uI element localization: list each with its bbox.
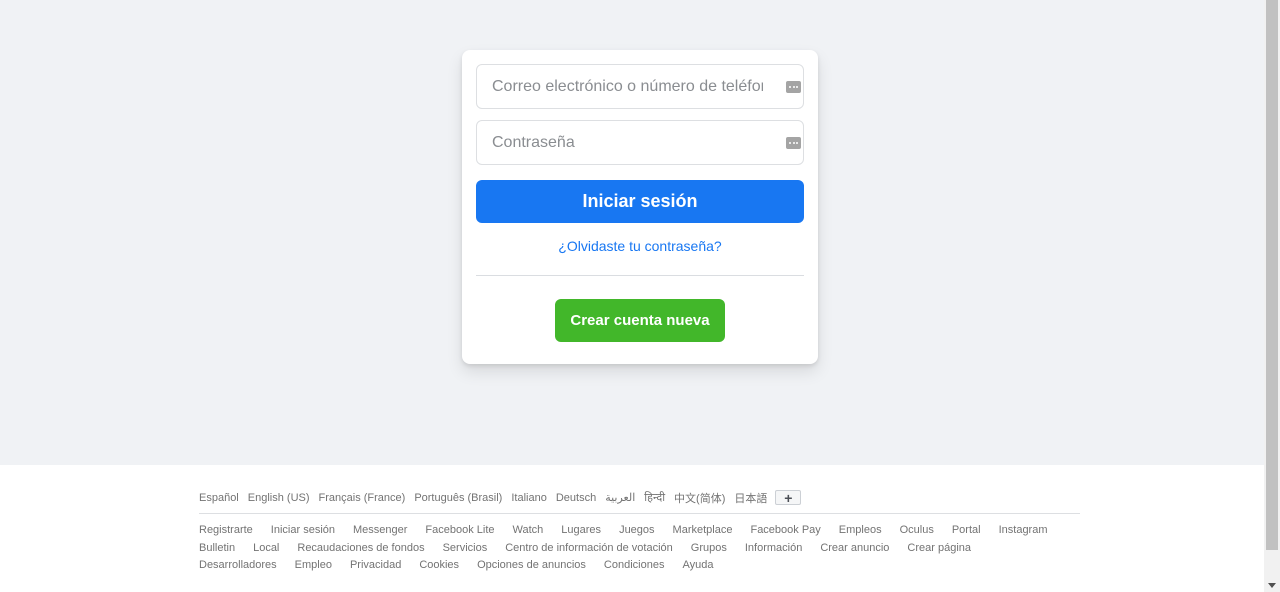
footer-link[interactable]: Ayuda [682,557,713,575]
footer-link[interactable]: Empleo [295,557,332,575]
footer-link[interactable]: Facebook Pay [750,522,820,540]
footer-link[interactable]: Recaudaciones de fondos [297,540,424,558]
footer-link[interactable]: Crear anuncio [820,540,889,558]
language-link-japanese[interactable]: 日本語 [734,490,767,506]
language-link-portuguese[interactable]: Português (Brasil) [414,492,502,504]
footer-link[interactable]: Bulletin [199,540,235,558]
create-account-button[interactable]: Crear cuenta nueva [555,299,725,342]
more-languages-button[interactable]: + [775,490,802,506]
footer-link[interactable]: Servicios [443,540,488,558]
scrollbar[interactable] [1264,0,1280,592]
footer-link[interactable]: Local [253,540,279,558]
language-link-italian[interactable]: Italiano [511,492,546,504]
password-manager-icon[interactable] [786,137,801,149]
footer-link[interactable]: Cookies [419,557,459,575]
password-field[interactable] [477,121,803,164]
top-background: Iniciar sesión ¿Olvidaste tu contraseña?… [0,0,1264,465]
forgot-password-link[interactable]: ¿Olvidaste tu contraseña? [462,238,818,254]
password-manager-icon[interactable] [786,81,801,93]
footer-link[interactable]: Oculus [900,522,934,540]
footer-link[interactable]: Lugares [561,522,601,540]
language-link-chinese[interactable]: 中文(简体) [674,490,725,506]
footer-link[interactable]: Iniciar sesión [271,522,335,540]
footer-link[interactable]: Empleos [839,522,882,540]
footer-link[interactable]: Messenger [353,522,407,540]
footer-link[interactable]: Facebook Lite [425,522,494,540]
language-list: Español English (US) Français (France) P… [199,489,1080,506]
email-field-wrapper [476,64,804,109]
footer-link[interactable]: Marketplace [673,522,733,540]
footer-link[interactable]: Juegos [619,522,654,540]
footer-link[interactable]: Grupos [691,540,727,558]
footer-link[interactable]: Watch [513,522,544,540]
scrollbar-thumb[interactable] [1266,0,1278,550]
footer-link[interactable]: Desarrolladores [199,557,277,575]
footer-link[interactable]: Registrarte [199,522,253,540]
footer-link[interactable]: Condiciones [604,557,665,575]
footer-link[interactable]: Centro de información de votación [505,540,673,558]
footer-links: Registrarte Iniciar sesión Messenger Fac… [199,522,1080,575]
language-link-hindi[interactable]: हिन्दी [644,490,665,505]
footer-link[interactable]: Información [745,540,802,558]
scroll-down-arrow-icon[interactable] [1268,583,1276,588]
language-link-french[interactable]: Français (France) [319,492,406,504]
language-link-german[interactable]: Deutsch [556,492,596,504]
footer-divider [199,513,1080,514]
language-link-espanol[interactable]: Español [199,492,239,504]
email-field[interactable] [477,65,803,108]
footer-link[interactable]: Opciones de anuncios [477,557,586,575]
language-link-english[interactable]: English (US) [248,492,310,504]
footer-link[interactable]: Instagram [999,522,1048,540]
footer-link[interactable]: Crear página [907,540,971,558]
footer-link[interactable]: Portal [952,522,981,540]
login-card: Iniciar sesión ¿Olvidaste tu contraseña?… [462,50,818,364]
footer: Español English (US) Français (France) P… [199,489,1080,575]
divider [476,275,804,276]
password-field-wrapper [476,120,804,165]
language-link-arabic[interactable]: العربية [605,491,635,504]
footer-link[interactable]: Privacidad [350,557,401,575]
login-button[interactable]: Iniciar sesión [476,180,804,223]
